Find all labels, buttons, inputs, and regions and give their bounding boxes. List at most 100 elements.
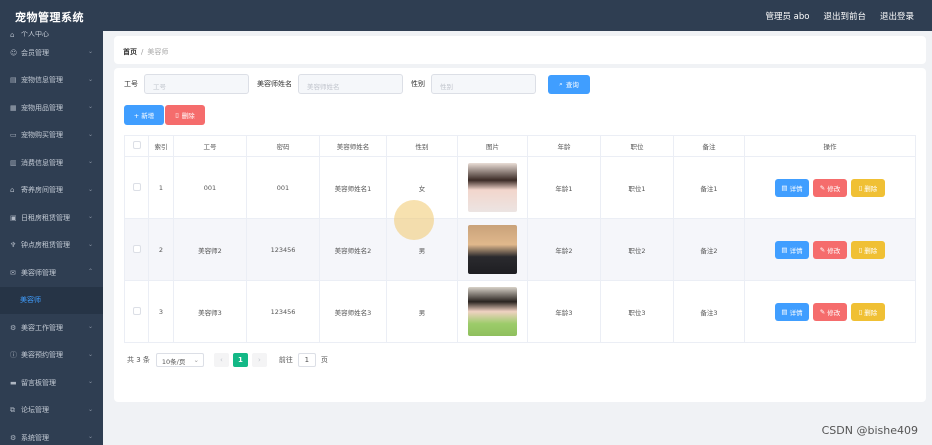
- beautician-photo: [468, 287, 517, 336]
- back-to-frontend-link[interactable]: 退出到前台: [823, 10, 866, 22]
- page-number-current[interactable]: 1: [232, 353, 248, 367]
- detail-button[interactable]: ▤ 详情: [775, 302, 809, 321]
- pencil-icon: ✎: [819, 307, 826, 316]
- box-icon: ▦: [10, 103, 17, 112]
- sidebar-item-foster-rooms[interactable]: ⌂ 寄养房间管理 ⌄: [0, 177, 103, 205]
- breadcrumb: 首页 / 美容师: [114, 36, 926, 64]
- gear-icon: ⚙: [10, 433, 17, 442]
- sidebar-item-beauticians[interactable]: ✉ 美容师管理 ⌃: [0, 259, 103, 287]
- row-delete-button[interactable]: ▯ 删除: [851, 302, 885, 321]
- edit-button[interactable]: ✎ 修改: [813, 302, 847, 321]
- sidebar-item-pet-info[interactable]: ▤ 宠物信息管理 ⌄: [0, 67, 103, 95]
- chevron-down-icon: ⌄: [87, 48, 93, 55]
- pencil-icon: ✎: [819, 183, 826, 192]
- cell-name: 美容师姓名2: [319, 218, 387, 281]
- name-input[interactable]: 美容师姓名: [298, 74, 403, 94]
- document-icon: ▤: [781, 183, 788, 192]
- query-button[interactable]: ⌕ 查询: [548, 74, 590, 94]
- job-no-input[interactable]: 工号: [144, 74, 249, 94]
- table-row: 3 美容师3 123456 美容师姓名3 男 年龄3 职位3 备注3 ▤ 详情 ✎…: [124, 280, 916, 343]
- select-all-checkbox[interactable]: [132, 141, 141, 149]
- sidebar-subitem-beautician[interactable]: 美容师: [0, 286, 103, 314]
- col-password: 密码: [246, 135, 320, 157]
- cell-position: 职位3: [600, 280, 674, 343]
- filter-bar: 工号 工号 美容师姓名 美容师姓名 性别 性别 ⌕ 查询: [124, 74, 590, 94]
- sidebar-item-members[interactable]: ☺ 会员管理 ⌄: [0, 39, 103, 67]
- next-page-button[interactable]: ›: [251, 353, 267, 367]
- breadcrumb-separator: /: [141, 48, 144, 56]
- total-count: 共 3 条: [127, 356, 150, 364]
- sidebar-item-beauty-work[interactable]: ⚙ 美容工作管理 ⌄: [0, 314, 103, 342]
- cell-index: 2: [148, 218, 174, 281]
- sidebar-item-appointments[interactable]: ⓘ 美容预约管理 ⌄: [0, 342, 103, 370]
- sidebar-item-pet-purchase[interactable]: ▭ 宠物购买管理 ⌄: [0, 122, 103, 150]
- house-icon: ⌂: [10, 186, 15, 195]
- table-row: 2 美容师2 123456 美容师姓名2 男 年龄2 职位2 备注2 ▤ 详情 ✎…: [124, 218, 916, 281]
- sidebar-item-hourly-rent[interactable]: ♆ 钟点房租赁管理 ⌄: [0, 232, 103, 260]
- sidebar-item-daily-rent[interactable]: ▣ 日租房租赁管理 ⌄: [0, 204, 103, 232]
- col-photo: 图片: [457, 135, 528, 157]
- info-icon: ⓘ: [10, 351, 17, 360]
- trash-icon: ▯: [175, 111, 179, 119]
- cell-job-no: 001: [173, 156, 247, 219]
- cell-name: 美容师姓名1: [319, 156, 387, 219]
- cell-index: 1: [148, 156, 174, 219]
- row-checkbox[interactable]: [132, 306, 141, 315]
- col-job-no: 工号: [173, 135, 247, 157]
- trash-icon: ▯: [858, 307, 863, 316]
- table-header-row: 索引 工号 密码 美容师姓名 性别 图片 年龄 职位 备注 操作: [124, 135, 916, 157]
- add-button[interactable]: + 新增: [124, 105, 164, 125]
- goto-page-input[interactable]: 1: [297, 353, 316, 367]
- cell-job-no: 美容师2: [173, 218, 247, 281]
- cell-job-no: 美容师3: [173, 280, 247, 343]
- chevron-up-icon: ⌃: [87, 268, 93, 275]
- sidebar-item-profile[interactable]: ⌂ 个人中心: [0, 31, 103, 39]
- clock-icon: ♆: [10, 241, 17, 250]
- cell-position: 职位1: [600, 156, 674, 219]
- sidebar-item-pet-supplies[interactable]: ▦ 宠物用品管理 ⌄: [0, 94, 103, 122]
- delete-button[interactable]: ▯ 删除: [165, 105, 205, 125]
- row-delete-button[interactable]: ▯ 删除: [851, 178, 885, 197]
- row-checkbox[interactable]: [132, 244, 141, 253]
- sidebar-item-message-board[interactable]: ▬ 留言板管理 ⌄: [0, 369, 103, 397]
- cell-password: 123456: [246, 218, 320, 281]
- cell-name: 美容师姓名3: [319, 280, 387, 343]
- cart-icon: ▭: [10, 131, 17, 140]
- edit-button[interactable]: ✎ 修改: [813, 178, 847, 197]
- mail-icon: ✉: [10, 268, 16, 277]
- logout-link[interactable]: 退出登录: [880, 10, 914, 22]
- cell-note: 备注1: [673, 156, 745, 219]
- cell-note: 备注3: [673, 280, 745, 343]
- chevron-down-icon: ⌄: [87, 378, 93, 385]
- breadcrumb-current: 美容师: [147, 48, 169, 56]
- forum-icon: ⧉: [10, 405, 15, 414]
- detail-button[interactable]: ▤ 详情: [775, 178, 809, 197]
- edit-button[interactable]: ✎ 修改: [813, 240, 847, 259]
- gender-input[interactable]: 性别: [431, 74, 536, 94]
- chevron-down-icon: ⌄: [87, 213, 93, 220]
- row-delete-button[interactable]: ▯ 删除: [851, 240, 885, 259]
- gender-label: 性别: [411, 80, 425, 88]
- settings-icon: ⚙: [10, 323, 17, 332]
- col-gender: 性别: [386, 135, 458, 157]
- cell-note: 备注2: [673, 218, 745, 281]
- document-icon: ▤: [781, 307, 788, 316]
- home-icon: ⌂: [10, 31, 15, 39]
- prev-page-button[interactable]: ‹: [213, 353, 229, 367]
- sidebar-item-forum[interactable]: ⧉ 论坛管理 ⌄: [0, 397, 103, 425]
- chevron-down-icon: ⌄: [87, 75, 93, 83]
- chevron-left-icon: ‹: [220, 356, 223, 364]
- sidebar-item-system[interactable]: ⚙ 系统管理 ⌄: [0, 424, 103, 445]
- table-row: 1 001 001 美容师姓名1 女 年龄1 职位1 备注1 ▤ 详情 ✎ 修改 ▯…: [124, 156, 916, 219]
- row-checkbox[interactable]: [132, 182, 141, 191]
- detail-button[interactable]: ▤ 详情: [775, 240, 809, 259]
- cell-index: 3: [148, 280, 174, 343]
- page-size-select[interactable]: 10条/页 ⌄: [155, 353, 204, 367]
- sidebar-item-consumption[interactable]: ▥ 消费信息管理 ⌄: [0, 149, 103, 177]
- breadcrumb-home[interactable]: 首页: [123, 48, 137, 56]
- content-card: 工号 工号 美容师姓名 美容师姓名 性别 性别 ⌕ 查询 + 新增 ▯ 删除 索引 …: [114, 68, 926, 402]
- chevron-down-icon: ⌄: [87, 130, 93, 138]
- col-name: 美容师姓名: [319, 135, 387, 157]
- message-icon: ▬: [10, 378, 17, 387]
- search-icon: ⌕: [559, 79, 563, 88]
